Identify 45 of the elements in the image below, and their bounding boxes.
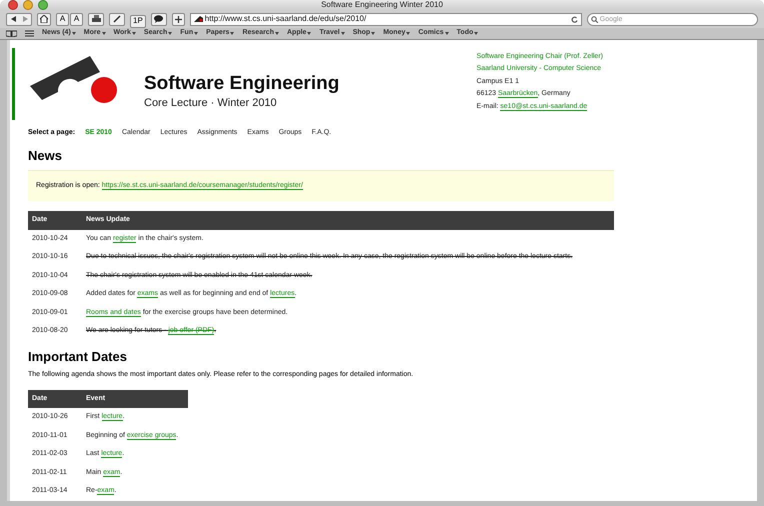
caret-icon — [307, 32, 312, 35]
comment-button[interactable] — [150, 12, 167, 26]
close-icon[interactable] — [8, 0, 18, 10]
reload-icon[interactable] — [570, 16, 578, 22]
caret-icon — [274, 32, 279, 35]
minimize-icon[interactable] — [23, 0, 33, 10]
caret-icon — [168, 32, 172, 35]
printer-icon — [92, 15, 100, 23]
address-field[interactable]: http://www.st.cs.uni-saarland.de/edu/se/2010/ — [190, 12, 582, 26]
edit-button[interactable] — [109, 12, 125, 26]
print-button[interactable] — [88, 12, 104, 26]
address-text: http://www.st.cs.uni-saarland.de/edu/se/2010/ — [204, 13, 368, 25]
caret-icon — [132, 32, 136, 35]
search-icon — [590, 16, 598, 22]
one-password-button[interactable]: 1P — [130, 14, 146, 28]
caret-icon — [102, 32, 106, 35]
site-icon — [194, 16, 203, 22]
book-icon[interactable] — [6, 30, 17, 37]
caret-icon — [194, 32, 198, 35]
caret-icon — [474, 32, 478, 35]
section-heading: News — [28, 147, 62, 165]
text-size-button[interactable]: A — [70, 12, 83, 26]
caret-icon — [230, 32, 234, 35]
caret-icon — [371, 32, 376, 35]
caret-icon — [444, 32, 449, 35]
caret-icon — [406, 32, 410, 35]
accent-bar — [12, 48, 15, 120]
back-forward-button[interactable] — [6, 12, 32, 26]
window-title: Software Engineering Winter 2010 — [321, 0, 443, 11]
home-icon — [40, 15, 48, 23]
site-title: Software Engineering — [144, 74, 340, 92]
home-button[interactable] — [37, 12, 51, 26]
forward-icon — [22, 16, 28, 22]
text-size-button[interactable]: A — [56, 12, 69, 26]
section-heading: Important Dates — [28, 348, 127, 366]
caret-icon — [340, 32, 345, 35]
plus-icon — [174, 16, 182, 22]
pencil-icon — [113, 15, 121, 23]
site-subtitle: Core Lecture · Winter 2010 — [144, 96, 278, 110]
zoom-icon[interactable] — [38, 0, 48, 10]
back-icon — [10, 16, 16, 22]
speech-bubble-icon — [154, 15, 164, 23]
grid-icon[interactable] — [25, 30, 34, 37]
add-bookmark-button[interactable] — [172, 12, 185, 26]
caret-icon — [72, 32, 76, 35]
